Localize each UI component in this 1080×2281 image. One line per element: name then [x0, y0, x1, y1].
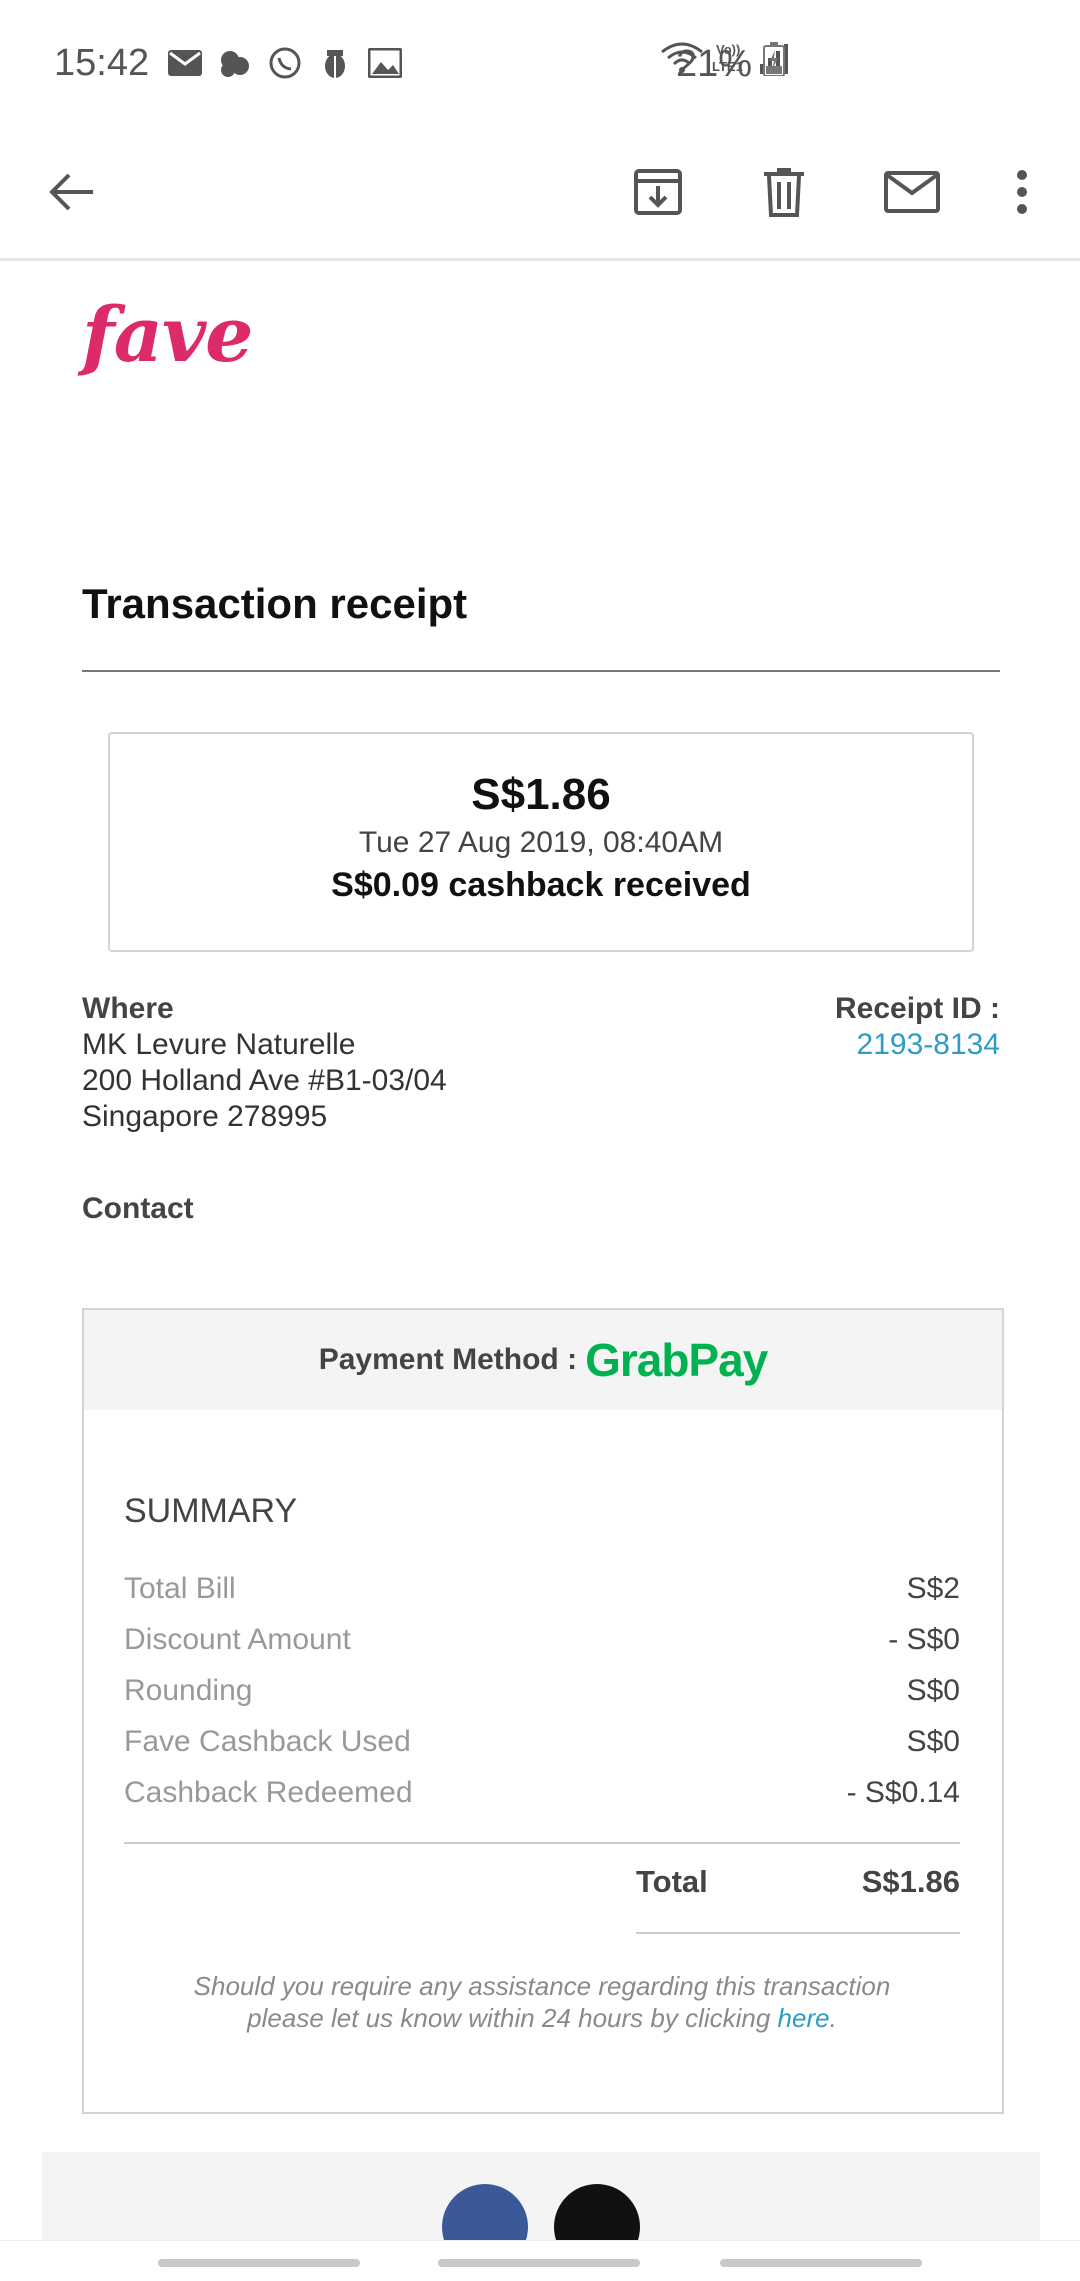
contact-label: Contact: [82, 1192, 194, 1225]
summary-value: - S$0.14: [846, 1776, 960, 1809]
back-button[interactable]: [32, 154, 112, 234]
grabpay-logo: GrabPay: [585, 1334, 768, 1386]
summary-label: Rounding: [124, 1674, 253, 1707]
amount-value: S$1.86: [471, 770, 611, 819]
mail-icon: [884, 170, 940, 218]
mail-icon: [168, 50, 202, 81]
payment-summary-box: Payment Method : GrabPay SUMMARY Total B…: [82, 1308, 1004, 2114]
summary-row: Discount Amount - S$0: [124, 1623, 960, 1657]
assistance-text: Should you require any assistance regard…: [124, 1970, 960, 2034]
battery-percent: 21%: [676, 42, 785, 86]
receipt-id-link[interactable]: 2193-8134: [857, 1028, 1000, 1062]
app-bar: [0, 130, 1080, 261]
payment-method-label: Payment Method :: [318, 1343, 578, 1376]
more-options-button[interactable]: [982, 154, 1062, 234]
assistance-line-2-end: .: [829, 2003, 837, 2033]
whatsapp-icon: [268, 46, 302, 85]
assistance-line-2-text: please let us know within 24 hours by cl…: [247, 2003, 778, 2033]
title-divider: [82, 670, 1000, 672]
delete-button[interactable]: [744, 154, 824, 234]
bug-icon: [318, 46, 352, 85]
summary-row: Total Bill S$2: [124, 1572, 960, 1606]
total-value: S$1.86: [861, 1864, 960, 1899]
summary-title: SUMMARY: [124, 1492, 298, 1530]
summary-label: Fave Cashback Used: [124, 1725, 411, 1758]
summary-row: Fave Cashback Used S$0: [124, 1725, 960, 1759]
cloud-icon: [218, 46, 252, 85]
mark-unread-button[interactable]: [872, 154, 952, 234]
summary-divider: [124, 1842, 960, 1844]
facebook-icon[interactable]: [442, 2184, 528, 2242]
merchant-name: MK Levure Naturelle: [82, 1028, 356, 1061]
summary-row: Cashback Redeemed - S$0.14: [124, 1776, 960, 1810]
status-time: 15:42: [54, 42, 150, 84]
notification-icons: [168, 46, 403, 85]
cashback-text: S$0.09 cashback received: [331, 866, 751, 904]
email-footer: [42, 2152, 1040, 2242]
total-row: Total S$1.86: [636, 1864, 960, 1900]
email-body: fave Transaction receipt S$1.86 Tue 27 A…: [42, 262, 1040, 2242]
receipt-id-label: Receipt ID :: [834, 992, 1000, 1025]
assistance-line-2: please let us know within 24 hours by cl…: [124, 2002, 960, 2034]
where-label: Where: [82, 992, 174, 1025]
image-icon: [367, 47, 403, 83]
archive-icon: [633, 168, 683, 221]
archive-button[interactable]: [618, 154, 698, 234]
total-divider: [636, 1932, 960, 1934]
nav-home-handle[interactable]: [438, 2259, 640, 2267]
summary-label: Discount Amount: [124, 1623, 351, 1656]
merchant-address: 200 Holland Ave #B1-03/04: [82, 1064, 447, 1097]
instagram-icon[interactable]: [554, 2184, 640, 2242]
status-bar: 15:42 Vo)) LTE1 21%: [0, 0, 1080, 130]
gesture-nav-bar: [0, 2240, 1080, 2281]
fave-logo: fave: [82, 290, 253, 379]
merchant-city: Singapore 278995: [82, 1100, 328, 1133]
total-label: Total: [636, 1864, 708, 1899]
battery-icon: [762, 42, 785, 85]
payment-method-header: Payment Method : GrabPay: [84, 1310, 1002, 1410]
more-vert-icon: [1016, 169, 1028, 220]
nav-recents-handle[interactable]: [158, 2259, 360, 2267]
back-arrow-icon: [49, 172, 95, 217]
page-title: Transaction receipt: [82, 580, 468, 627]
nav-back-handle[interactable]: [720, 2259, 922, 2267]
summary-label: Cashback Redeemed: [124, 1776, 413, 1809]
summary-value: - S$0: [888, 1623, 960, 1656]
delete-icon: [762, 167, 806, 222]
summary-row: Rounding S$0: [124, 1674, 960, 1708]
battery-text: 21%: [676, 43, 753, 85]
summary-value: S$2: [906, 1572, 960, 1605]
assistance-line-1: Should you require any assistance regard…: [193, 1971, 891, 2001]
transaction-datetime: Tue 27 Aug 2019, 08:40AM: [358, 826, 724, 859]
summary-value: S$0: [906, 1674, 960, 1707]
summary-label: Total Bill: [124, 1572, 236, 1605]
summary-value: S$0: [906, 1725, 960, 1758]
help-link[interactable]: here: [778, 2003, 830, 2033]
amount-card: S$1.86 Tue 27 Aug 2019, 08:40AM S$0.09 c…: [108, 732, 974, 952]
